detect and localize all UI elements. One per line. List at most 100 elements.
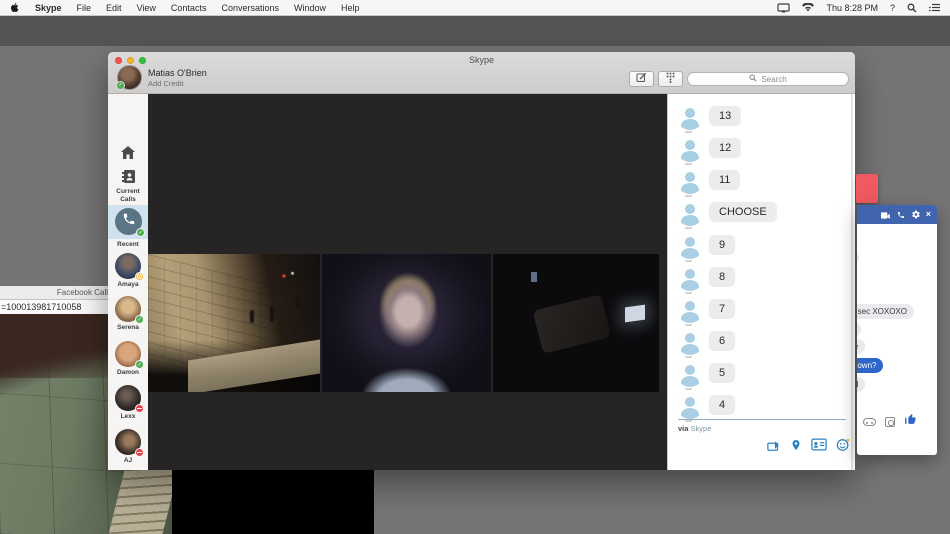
contact-card-icon[interactable] (811, 438, 827, 457)
chat-message-row: 6 (668, 329, 855, 357)
apple-icon[interactable] (10, 2, 20, 13)
chat-message-row: 7 (668, 297, 855, 325)
chat-message-row: CHOOSE (668, 200, 855, 228)
dialpad-button[interactable] (658, 71, 683, 87)
facebook-call-label: Facebook Call (57, 288, 108, 297)
location-icon[interactable] (790, 438, 802, 457)
alert-red-fragment (856, 174, 878, 203)
chat-panel: 13 12 11 CHOOSE 9 8 7 6 (667, 94, 855, 470)
messenger-bubble: u (857, 250, 859, 265)
messenger-bubble: while (857, 339, 865, 354)
subway-figure (270, 306, 274, 322)
menu-contacts[interactable]: Contacts (171, 3, 207, 13)
list-icon[interactable] (929, 3, 940, 12)
subway-figure (250, 310, 254, 323)
call-online-badge: ✓ (136, 228, 145, 237)
chat-message-bubble: 7 (709, 299, 735, 319)
dialpad-icon (666, 70, 675, 88)
messenger-bubble: m (857, 322, 861, 337)
chat-message-row: 12 (668, 136, 855, 164)
recent-label: Recent (108, 241, 148, 249)
menu-file[interactable]: File (77, 3, 92, 13)
new-conversation-button[interactable] (629, 71, 654, 87)
menu-skype[interactable]: Skype (35, 3, 62, 13)
contact-name: Damon (108, 369, 148, 376)
chat-message-row: 8 (668, 265, 855, 293)
chat-message-bubble: 9 (709, 235, 735, 255)
thumbs-up-icon[interactable] (904, 413, 917, 431)
chat-message-bubble: CHOOSE (709, 202, 777, 222)
close-icon[interactable]: × (926, 210, 931, 219)
menu-help[interactable]: Help (341, 3, 360, 13)
search-icon[interactable] (907, 3, 917, 13)
facebook-call-addressbar[interactable]: =100013981710058 (0, 300, 112, 314)
phone-icon[interactable] (897, 206, 905, 224)
menu-view[interactable]: View (137, 3, 156, 13)
contact-name: Amaya (108, 281, 148, 288)
messenger-bubble: a sec XOXOXO (857, 304, 914, 319)
chat-message-bubble: 5 (709, 363, 735, 383)
chat-message-bubble: 11 (709, 170, 740, 190)
active-call-button[interactable]: ✓ (115, 208, 142, 235)
menu-bar: Skype File Edit View Contacts Conversati… (0, 0, 950, 16)
display-icon[interactable] (777, 3, 790, 13)
generic-avatar-icon (677, 104, 703, 130)
dnd-badge (135, 448, 144, 457)
facebook-call-titlebar: Facebook Call (0, 286, 112, 300)
hospital-monitor (531, 272, 537, 282)
address-fragment: =100013981710058 (1, 302, 81, 312)
games-icon[interactable] (863, 418, 876, 426)
video-feed-subway[interactable] (148, 254, 320, 392)
menu-conversations[interactable]: Conversations (221, 3, 279, 13)
phone-icon (122, 212, 136, 231)
help-menu-glyph[interactable]: ? (890, 3, 895, 13)
sidebar: Current Calls ✓ Recent Amaya ✓ Serena ✓ … (108, 94, 148, 470)
video-feed-hospital-room[interactable] (493, 254, 659, 392)
generic-avatar-icon (677, 200, 703, 226)
background-window-strip (0, 16, 950, 46)
search-input[interactable]: Search (687, 72, 849, 86)
contact-name: Lexx (108, 413, 148, 420)
add-credit-link[interactable]: Add Credit (148, 79, 183, 88)
message-input-divider (678, 419, 846, 420)
menu-window[interactable]: Window (294, 3, 326, 13)
send-file-icon[interactable] (767, 438, 781, 457)
video-call-icon[interactable] (881, 206, 891, 224)
messenger-window: × u y I a sec XOXOXO m while u break dow… (857, 205, 937, 455)
home-tab[interactable] (108, 146, 148, 164)
emoticon-icon[interactable] (836, 438, 850, 457)
chat-message-row: 13 (668, 104, 855, 132)
messenger-bubble: vd (857, 377, 865, 392)
avatar-aj (115, 429, 141, 455)
generic-avatar-icon (677, 361, 703, 387)
gear-icon[interactable] (911, 206, 920, 224)
contacts-tab[interactable] (108, 170, 148, 188)
hospital-laptop-screen (625, 305, 645, 323)
messenger-bubble-outgoing: u break down? (857, 358, 883, 373)
user-avatar[interactable]: ✓ (117, 65, 142, 90)
search-placeholder: Search (761, 75, 786, 84)
via-skype-label: via Skype (678, 424, 711, 433)
messenger-toolbar (857, 410, 937, 434)
contact-name: Serena (108, 324, 148, 331)
messenger-header: × (857, 205, 937, 224)
user-name: Matias O'Brien (148, 68, 207, 78)
chat-message-bubble: 12 (709, 138, 741, 158)
online-badge: ✓ (135, 315, 144, 324)
window-title: Skype (108, 55, 855, 65)
chat-message-bubble: 6 (709, 331, 735, 351)
chat-message-row: 5 (668, 361, 855, 389)
chat-toolbar (668, 438, 850, 457)
video-feed-crying-woman[interactable] (322, 254, 491, 392)
camera-icon[interactable] (885, 417, 895, 427)
avatar-amaya (115, 253, 141, 279)
wifi-icon[interactable] (802, 3, 814, 12)
generic-avatar-icon (677, 393, 703, 419)
current-calls-label: Current Calls (108, 188, 148, 203)
menu-edit[interactable]: Edit (106, 3, 122, 13)
chat-message-bubble: 8 (709, 267, 735, 287)
avatar-lexx (115, 385, 141, 411)
avatar-damon: ✓ (115, 341, 141, 367)
chat-scrollbar[interactable] (851, 94, 853, 470)
menubar-clock[interactable]: Thu 8:28 PM (826, 3, 878, 13)
